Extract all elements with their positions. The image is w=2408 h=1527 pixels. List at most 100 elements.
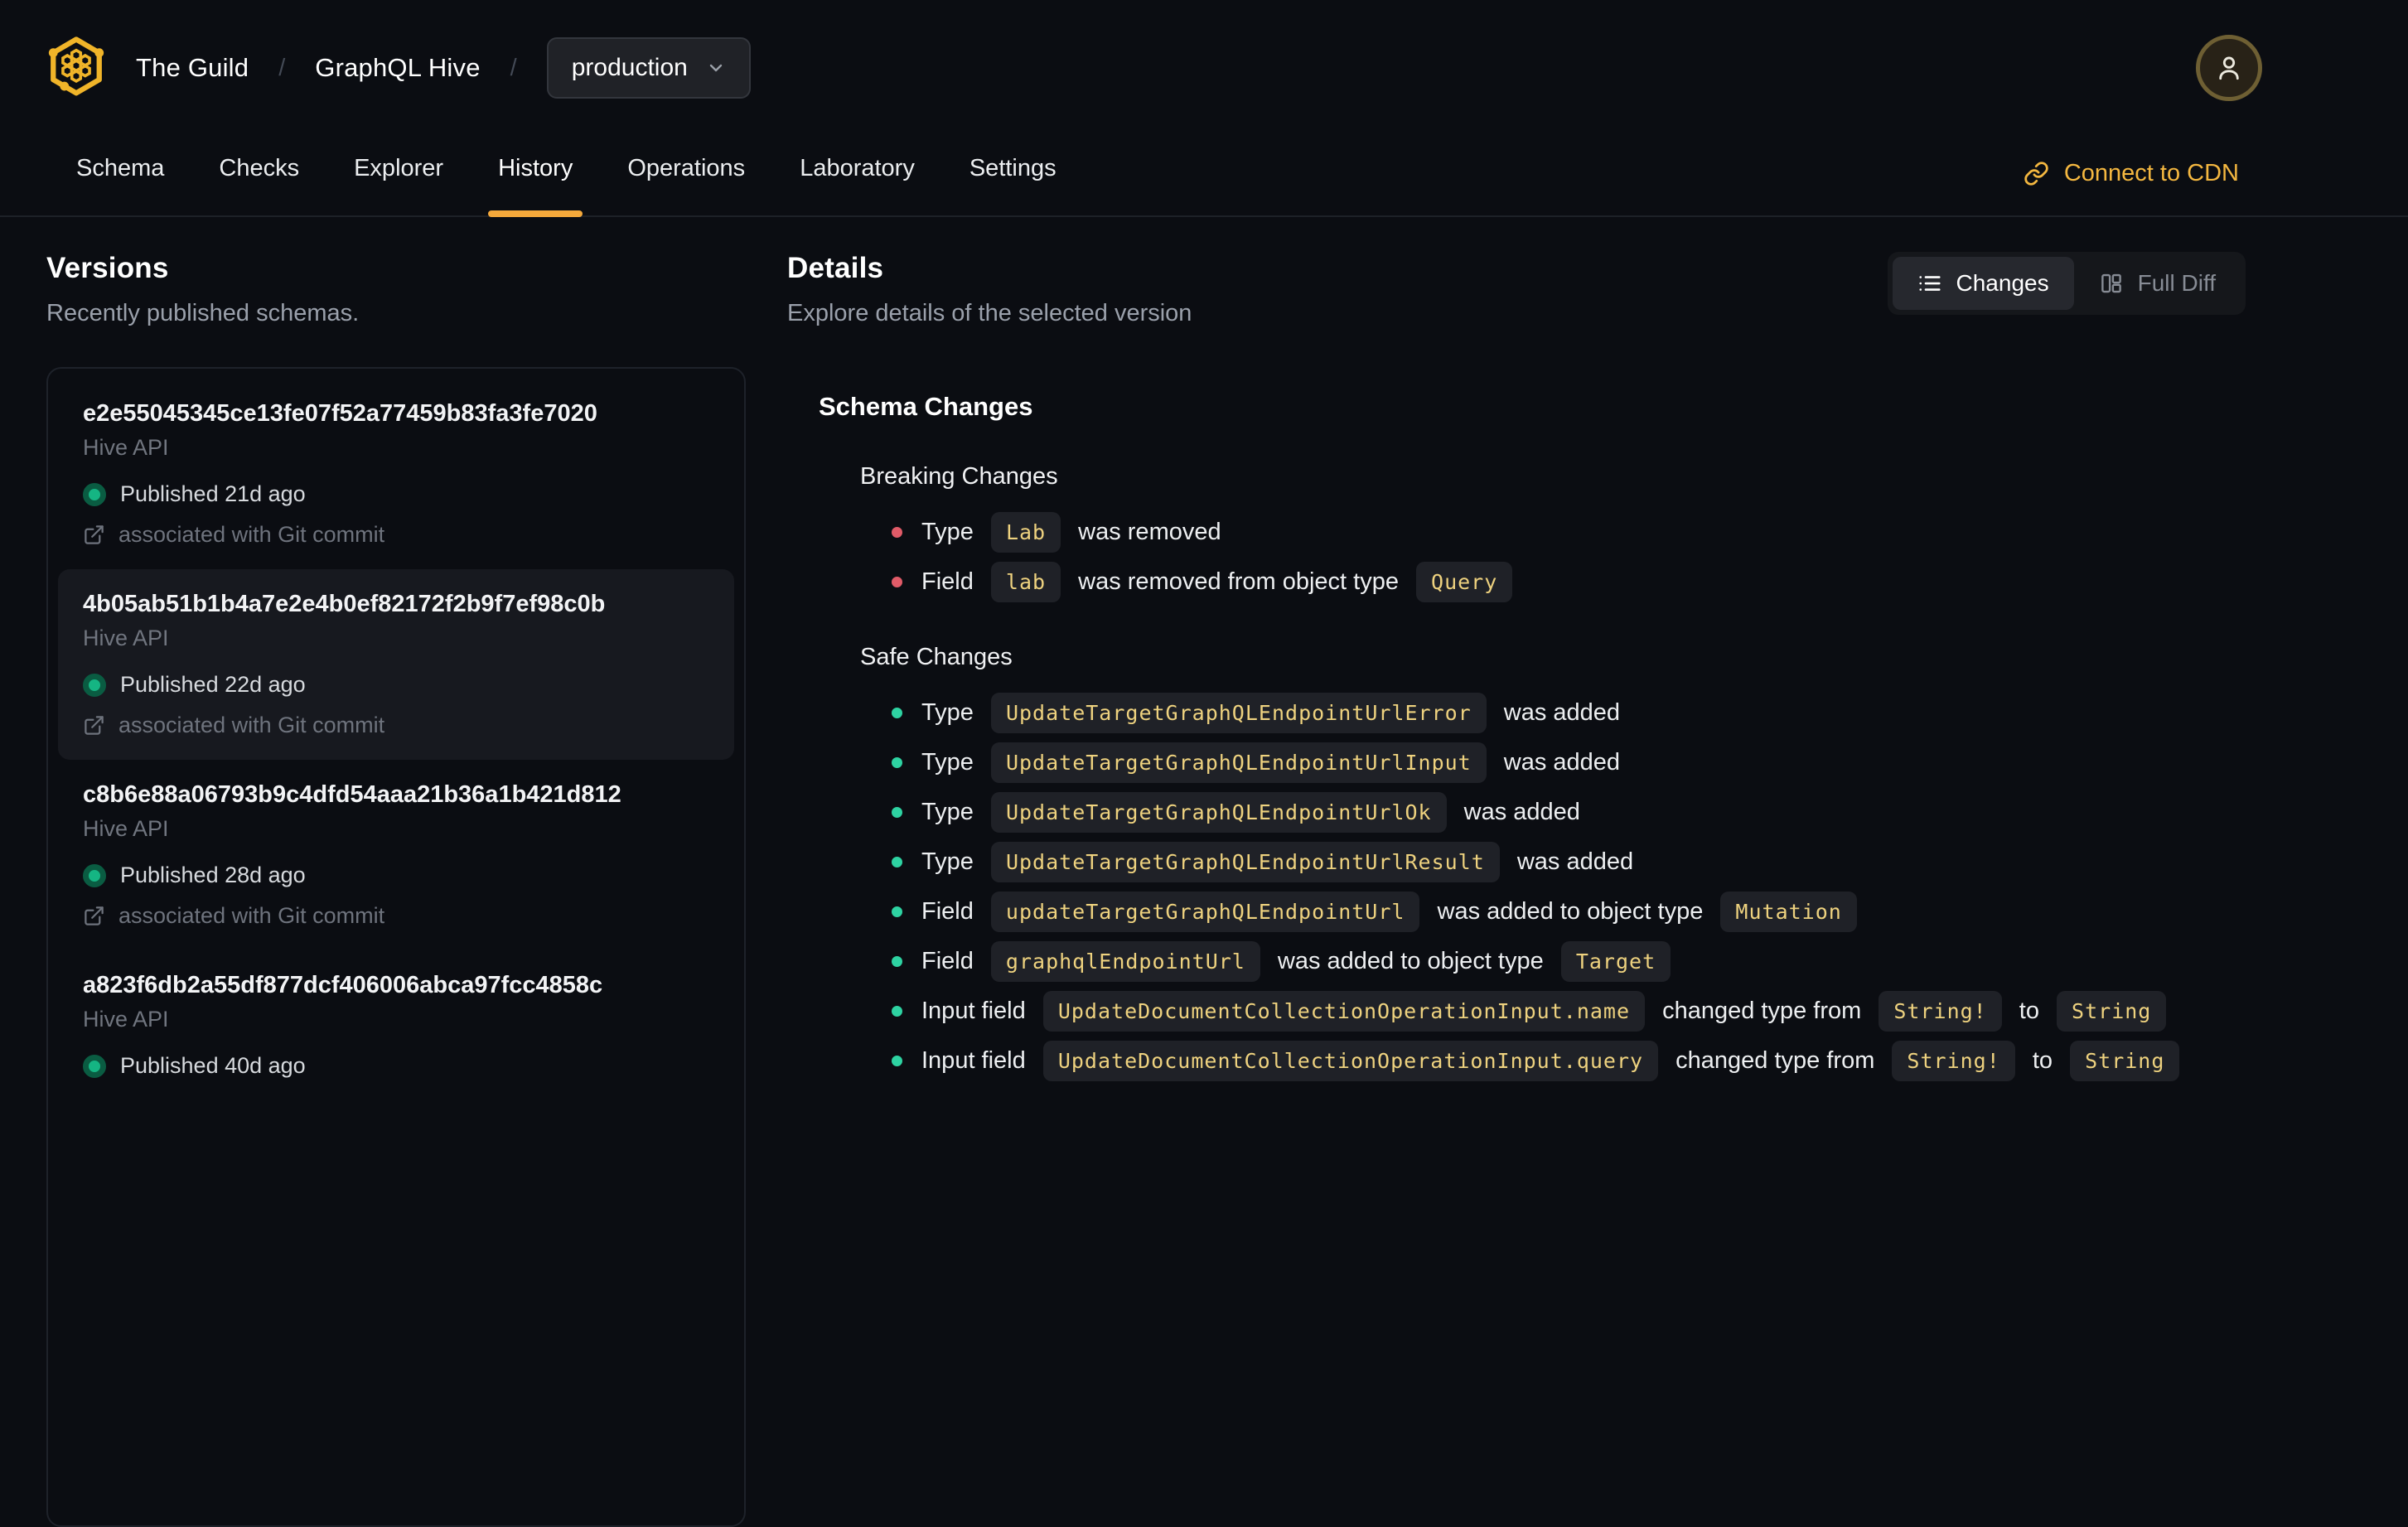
tab-explorer[interactable]: Explorer (354, 155, 443, 215)
schema-coordinate-badge: String! (1879, 991, 2002, 1032)
version-card[interactable]: a823f6db2a55df877dcf406006abca97fcc4858c… (58, 950, 734, 1100)
version-hash: a823f6db2a55df877dcf406006abca97fcc4858c (83, 972, 603, 998)
version-list: e2e55045345ce13fe07f52a77459b83fa3fe7020… (46, 367, 746, 1527)
breaking-changes-title: Breaking Changes (860, 463, 1058, 490)
details-title: Details (787, 252, 884, 284)
target-selector-value: production (571, 54, 688, 81)
versions-panel: Versions Recently published schemas. e2e… (46, 252, 746, 1527)
version-status: Published 28d ago (83, 863, 709, 888)
version-status: Published 22d ago (83, 672, 709, 698)
breaking-change-item: Type Lab was removed (892, 512, 2246, 553)
breaking-change-item: Field lab was removed from object type Q… (892, 562, 2246, 602)
published-status-dot (83, 482, 106, 506)
change-text: was removed from object type (1071, 568, 1406, 595)
columns-icon (2101, 273, 2121, 293)
user-menu-button[interactable] (2196, 35, 2262, 101)
schema-coordinate-badge: Lab (990, 512, 1061, 553)
change-text: Input field (921, 1047, 1032, 1074)
connect-to-cdn-link[interactable]: Connect to CDN (2024, 160, 2239, 187)
tab-history[interactable]: History (488, 155, 583, 217)
safe-change-item: Type UpdateTargetGraphQLEndpointUrlError… (892, 693, 2246, 733)
change-text: Input field (921, 998, 1032, 1024)
breadcrumb-project[interactable]: GraphQL Hive (315, 53, 480, 83)
safe-changes-list: Type UpdateTargetGraphQLEndpointUrlError… (892, 693, 2246, 1081)
breaking-bullet-icon (892, 577, 902, 587)
schema-coordinate-badge: Mutation (1720, 892, 1857, 932)
safe-change-item: Input field UpdateDocumentCollectionOper… (892, 991, 2246, 1032)
schema-coordinate-badge: UpdateTargetGraphQLEndpointUrlOk (990, 792, 1447, 833)
tab-settings[interactable]: Settings (969, 155, 1057, 215)
version-service: Hive API (83, 626, 169, 650)
safe-bullet-icon (892, 708, 902, 718)
version-git-text: associated with Git commit (118, 713, 385, 737)
view-toggle: Changes Full Diff (1887, 252, 2246, 315)
version-hash: c8b6e88a06793b9c4dfd54aaa21b36a1b421d812 (83, 781, 621, 808)
version-card[interactable]: e2e55045345ce13fe07f52a77459b83fa3fe7020… (58, 379, 734, 569)
safe-change-item: Field graphqlEndpointUrl was added to ob… (892, 941, 2246, 982)
version-git-link[interactable]: associated with Git commit (83, 903, 709, 929)
breaking-bullet-icon (892, 527, 902, 538)
version-hash: e2e55045345ce13fe07f52a77459b83fa3fe7020 (83, 400, 597, 427)
version-git-link[interactable]: associated with Git commit (83, 522, 709, 548)
versions-subtitle: Recently published schemas. (46, 300, 360, 326)
view-toggle-label: Changes (1956, 270, 2049, 296)
details-panel: Details Explore details of the selected … (787, 252, 2408, 1527)
version-service: Hive API (83, 1007, 169, 1032)
change-text: was added (1497, 749, 1621, 776)
schema-coordinate-badge: String (2057, 991, 2167, 1032)
version-service: Hive API (83, 435, 169, 460)
schema-coordinate-badge: Query (1416, 562, 1513, 602)
schema-changes-title: Schema Changes (819, 392, 1033, 421)
published-status-dot (83, 863, 106, 887)
safe-change-item: Type UpdateTargetGraphQLEndpointUrlInput… (892, 742, 2246, 783)
tab-laboratory[interactable]: Laboratory (800, 155, 915, 215)
schema-coordinate-badge: graphqlEndpointUrl (990, 941, 1260, 982)
change-text: Field (921, 948, 980, 974)
tab-checks[interactable]: Checks (219, 155, 299, 215)
version-status: Published 21d ago (83, 481, 709, 507)
tab-operations[interactable]: Operations (627, 155, 745, 215)
change-text: Type (921, 519, 980, 545)
chevron-down-icon (709, 64, 723, 72)
safe-bullet-icon (892, 1006, 902, 1017)
link-icon (2024, 162, 2048, 186)
breadcrumb-org[interactable]: The Guild (136, 53, 249, 83)
breadcrumb-divider: / (510, 54, 517, 81)
view-toggle-label: Full Diff (2137, 270, 2216, 296)
change-text: Type (921, 848, 980, 875)
version-git-link[interactable]: associated with Git commit (83, 713, 709, 738)
external-link-icon (85, 525, 104, 544)
view-toggle-full-diff[interactable]: Full Diff (2074, 257, 2241, 310)
schema-coordinate-badge: UpdateTargetGraphQLEndpointUrlResult (990, 842, 1500, 882)
change-text: changed type from (1669, 1047, 1882, 1074)
view-toggle-changes[interactable]: Changes (1892, 257, 2074, 310)
schema-coordinate-badge: Target (1560, 941, 1671, 982)
change-text: Type (921, 699, 980, 726)
safe-bullet-icon (892, 1056, 902, 1066)
safe-change-item: Type UpdateTargetGraphQLEndpointUrlResul… (892, 842, 2246, 882)
safe-bullet-icon (892, 956, 902, 967)
external-link-icon (85, 716, 104, 735)
list-icon (1918, 276, 1941, 291)
version-status-text: Published 22d ago (120, 672, 306, 697)
target-selector-dropdown[interactable]: production (546, 37, 751, 99)
version-git-text: associated with Git commit (118, 903, 385, 928)
version-card[interactable]: 4b05ab51b1b4a7e2e4b0ef82172f2b9f7ef98c0b… (58, 569, 734, 760)
version-card[interactable]: c8b6e88a06793b9c4dfd54aaa21b36a1b421d812… (58, 760, 734, 950)
safe-bullet-icon (892, 807, 902, 818)
published-status-dot (83, 1054, 106, 1078)
change-text: was added (1457, 799, 1580, 825)
change-text: Type (921, 749, 980, 776)
external-link-icon (85, 906, 104, 925)
top-header: The Guild / GraphQL Hive / production (0, 0, 2408, 136)
tab-schema[interactable]: Schema (76, 155, 164, 215)
version-status-text: Published 40d ago (120, 1053, 306, 1078)
hive-logo-icon[interactable] (46, 36, 106, 100)
schema-changes-section: Schema Changes Breaking Changes Type Lab… (819, 392, 2246, 1081)
safe-changes-title: Safe Changes (860, 644, 1013, 670)
breadcrumb: The Guild / GraphQL Hive / production (136, 37, 751, 99)
tab-list: Schema Checks Explorer History Operations Lab… (76, 155, 1057, 217)
change-text: was added to object type (1270, 948, 1550, 974)
content: Versions Recently published schemas. e2e… (0, 217, 2408, 1527)
safe-change-item: Field updateTargetGraphQLEndpointUrl was… (892, 892, 2246, 932)
